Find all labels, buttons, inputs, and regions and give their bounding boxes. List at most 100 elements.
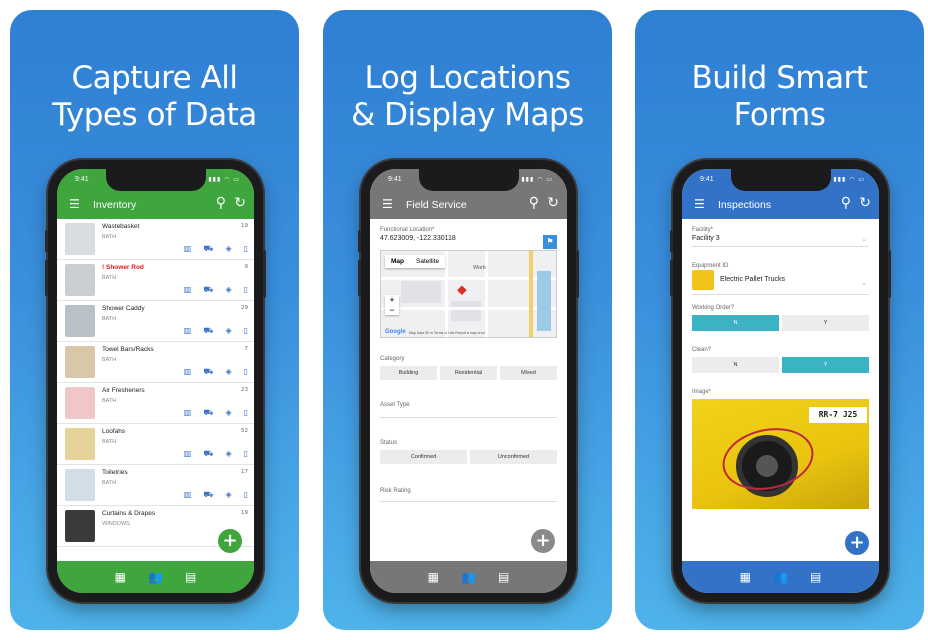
- refresh-icon[interactable]: ↻: [859, 195, 871, 211]
- list-item[interactable]: Towel Bars/Racks BATH 7 ▥ ⛟ ◈ ▯: [57, 342, 254, 383]
- add-button[interactable]: +: [218, 529, 242, 553]
- barcode-icon[interactable]: ▥: [184, 326, 192, 336]
- zoom-controls: + −: [385, 295, 399, 315]
- list-item[interactable]: Wastebasket BATH 19 ▥ ⛟ ◈ ▯: [57, 219, 254, 260]
- building-icon[interactable]: ▯: [244, 326, 248, 336]
- layers-icon[interactable]: ◈: [225, 326, 231, 336]
- barcode-icon[interactable]: ▥: [184, 285, 192, 295]
- calendar-icon[interactable]: ▦: [740, 570, 751, 584]
- users-icon[interactable]: 👥: [773, 570, 788, 584]
- item-qty: 23: [241, 387, 248, 393]
- truck-icon[interactable]: ⛟: [203, 244, 213, 254]
- option-unconfirmed[interactable]: Unconfirmed: [470, 450, 557, 464]
- equipment-label: Equipment ID: [692, 263, 729, 269]
- grid-icon[interactable]: ▤: [498, 570, 509, 584]
- menu-icon[interactable]: ☰: [694, 198, 705, 210]
- phone-screen: 9:41 ▮▮▮ ◠ ▭ ☰ Inspections ⚲ ↻ Facility*…: [682, 169, 879, 593]
- layers-icon[interactable]: ◈: [225, 367, 231, 377]
- option-residential[interactable]: Residential: [440, 366, 497, 380]
- tab-map[interactable]: Map: [385, 255, 410, 268]
- layers-icon[interactable]: ◈: [225, 408, 231, 418]
- map-view[interactable]: Map Satellite Work ⬥ + − Google Map Data…: [380, 250, 557, 338]
- option-mixed[interactable]: Mixed: [500, 366, 557, 380]
- list-item[interactable]: Toiletries BATH 17 ▥ ⛟ ◈ ▯: [57, 465, 254, 506]
- barcode-icon[interactable]: ▥: [184, 408, 192, 418]
- barcode-icon[interactable]: ▥: [184, 449, 192, 459]
- asset-type-field[interactable]: [380, 410, 557, 418]
- option-no[interactable]: N: [692, 315, 779, 331]
- barcode-icon[interactable]: ▥: [184, 490, 192, 500]
- list-item[interactable]: Shower Caddy BATH 29 ▥ ⛟ ◈ ▯: [57, 301, 254, 342]
- grid-icon[interactable]: ▤: [185, 570, 196, 584]
- building-icon[interactable]: ▯: [244, 408, 248, 418]
- location-pin-icon[interactable]: ⚑: [543, 235, 557, 249]
- option-yes[interactable]: Y: [782, 357, 869, 373]
- add-button[interactable]: +: [845, 531, 869, 555]
- truck-icon[interactable]: ⛟: [203, 449, 213, 459]
- tab-satellite[interactable]: Satellite: [410, 255, 445, 268]
- option-confirmed[interactable]: Confirmed: [380, 450, 467, 464]
- truck-icon[interactable]: ⛟: [203, 408, 213, 418]
- calendar-icon[interactable]: ▦: [115, 570, 126, 584]
- layers-icon[interactable]: ◈: [225, 490, 231, 500]
- list-item[interactable]: ! Shower Rod BATH 9 ▥ ⛟ ◈ ▯: [57, 260, 254, 301]
- list-item[interactable]: Air Fresheners BATH 23 ▥ ⛟ ◈ ▯: [57, 383, 254, 424]
- headline-line-1: Build Smart: [691, 60, 868, 96]
- zoom-out-button[interactable]: −: [385, 305, 399, 315]
- menu-icon[interactable]: ☰: [382, 198, 393, 210]
- bottom-nav: ▦ 👥 ▤: [370, 561, 567, 593]
- search-icon[interactable]: ⚲: [216, 195, 226, 211]
- inspection-photo[interactable]: RR-7 J25: [692, 399, 869, 509]
- add-button[interactable]: +: [531, 529, 555, 553]
- option-building[interactable]: Building: [380, 366, 437, 380]
- search-icon[interactable]: ⚲: [841, 195, 851, 211]
- equipment-select[interactable]: Electric Pallet Trucks ⌄: [692, 270, 869, 295]
- list-item[interactable]: Loofahs BATH 52 ▥ ⛟ ◈ ▯: [57, 424, 254, 465]
- facility-select[interactable]: Facility 3 ⌄: [692, 235, 869, 247]
- building-icon[interactable]: ▯: [244, 490, 248, 500]
- map-marker-icon[interactable]: ⬥: [457, 281, 467, 298]
- users-icon[interactable]: 👥: [461, 570, 476, 584]
- refresh-icon[interactable]: ↻: [547, 195, 559, 211]
- item-name: Curtains & Drapes: [102, 510, 156, 517]
- headline-line-1: Log Locations: [364, 60, 572, 96]
- risk-rating-field[interactable]: [380, 496, 557, 502]
- item-thumbnail: [65, 264, 95, 296]
- building-icon[interactable]: ▯: [244, 367, 248, 377]
- calendar-icon[interactable]: ▦: [428, 570, 439, 584]
- item-qty: 52: [241, 428, 248, 434]
- app-bar: ☰ Field Service ⚲ ↻: [370, 191, 567, 219]
- refresh-icon[interactable]: ↻: [234, 195, 246, 211]
- option-yes[interactable]: Y: [782, 315, 869, 331]
- building-icon[interactable]: ▯: [244, 244, 248, 254]
- building-icon[interactable]: ▯: [244, 449, 248, 459]
- truck-icon[interactable]: ⛟: [203, 285, 213, 295]
- screen-title: Inspections: [718, 199, 772, 211]
- phone-mockup: 9:41 ▮▮▮ ◠ ▭ ☰ Field Service ⚲ ↻ Functio…: [358, 160, 579, 602]
- item-qty: 19: [241, 223, 248, 229]
- location-value: 47.623009, -122.330118: [380, 235, 456, 242]
- layers-icon[interactable]: ◈: [225, 244, 231, 254]
- phone-mockup: 9:41 ▮▮▮ ◠ ▭ ☰ Inventory ⚲ ↻ Wastebasket…: [45, 160, 266, 602]
- location-field[interactable]: 47.623009, -122.330118 ⚑: [380, 235, 557, 249]
- users-icon[interactable]: 👥: [148, 570, 163, 584]
- menu-icon[interactable]: ☰: [69, 198, 80, 210]
- layers-icon[interactable]: ◈: [225, 449, 231, 459]
- item-name: Wastebasket: [102, 223, 140, 230]
- search-icon[interactable]: ⚲: [529, 195, 539, 211]
- option-no[interactable]: N: [692, 357, 779, 373]
- grid-icon[interactable]: ▤: [810, 570, 821, 584]
- panel-smart-forms: Build Smart Forms 9:41 ▮▮▮ ◠ ▭ ☰ Inspect…: [635, 10, 924, 630]
- asset-type-label: Asset Type: [380, 402, 410, 408]
- facility-value: Facility 3: [692, 235, 720, 242]
- truck-icon[interactable]: ⛟: [203, 367, 213, 377]
- truck-icon[interactable]: ⛟: [203, 490, 213, 500]
- barcode-icon[interactable]: ▥: [184, 367, 192, 377]
- item-category: BATH: [102, 316, 117, 322]
- layers-icon[interactable]: ◈: [225, 285, 231, 295]
- zoom-in-button[interactable]: +: [385, 295, 399, 305]
- barcode-icon[interactable]: ▥: [184, 244, 192, 254]
- signal-icon: ▮▮▮ ◠ ▭: [521, 176, 553, 183]
- building-icon[interactable]: ▯: [244, 285, 248, 295]
- truck-icon[interactable]: ⛟: [203, 326, 213, 336]
